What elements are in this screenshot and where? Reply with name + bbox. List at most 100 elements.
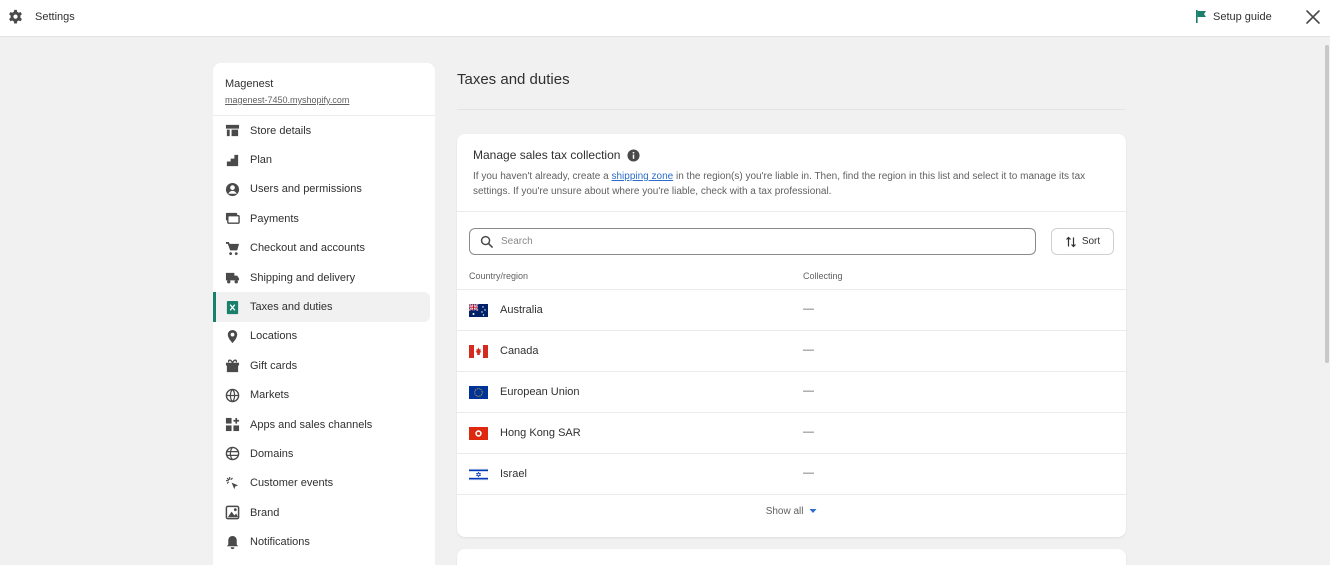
- table-row[interactable]: Hong Kong SAR —: [457, 413, 1126, 454]
- domains-icon: [225, 447, 240, 461]
- sidebar-item-customer-events[interactable]: Customer events: [213, 469, 430, 498]
- gift-icon: [225, 359, 240, 373]
- sidebar-item-taxes[interactable]: Taxes and duties: [213, 292, 430, 323]
- table-row[interactable]: Australia —: [457, 290, 1126, 331]
- store-domain-link[interactable]: magenest-7450.myshopify.com: [225, 95, 423, 105]
- cart-icon: [225, 241, 240, 255]
- scrollbar[interactable]: [1325, 45, 1329, 363]
- caret-down-icon: [809, 509, 817, 514]
- sidebar-item-plan[interactable]: Plan: [213, 145, 430, 174]
- eu-flag-icon: [469, 386, 488, 399]
- search-icon: [480, 235, 493, 248]
- sidebar-item-label: Gift cards: [250, 359, 298, 372]
- collecting-value: —: [803, 344, 814, 356]
- location-pin-icon: [227, 329, 238, 343]
- close-icon[interactable]: [1304, 8, 1322, 26]
- country-name: European Union: [500, 386, 580, 398]
- store-name: Magenest: [225, 78, 274, 90]
- table-row[interactable]: European Union —: [457, 372, 1126, 413]
- collecting-value: —: [803, 303, 814, 315]
- apps-icon: [225, 418, 240, 432]
- sidebar-item-label: Notifications: [250, 536, 310, 549]
- sidebar-item-label: Checkout and accounts: [250, 242, 365, 255]
- truck-icon: [225, 272, 240, 284]
- plan-icon: [226, 154, 239, 166]
- top-bar: Settings Setup guide: [0, 0, 1330, 37]
- card-header: Manage sales tax collection If you haven…: [457, 134, 1126, 212]
- cursor-click-icon: [225, 476, 239, 489]
- sidebar-item-label: Taxes and duties: [250, 301, 333, 314]
- settings-sidebar: Magenest magenest-7450.myshopify.com Sto…: [213, 63, 435, 565]
- sort-icon: [1065, 236, 1076, 247]
- settings-nav: Store details Plan Users and permissions…: [213, 116, 435, 557]
- gear-icon: [9, 9, 22, 24]
- sidebar-item-payments[interactable]: Payments: [213, 204, 430, 233]
- country-name: Canada: [500, 345, 539, 357]
- sidebar-item-store-details[interactable]: Store details: [213, 116, 430, 145]
- info-icon[interactable]: [627, 148, 640, 162]
- sort-button[interactable]: Sort: [1051, 228, 1114, 255]
- store-icon: [225, 125, 240, 137]
- show-all-button[interactable]: Show all: [457, 506, 1126, 517]
- column-header-collecting: Collecting: [803, 271, 843, 281]
- sidebar-item-label: Plan: [250, 154, 273, 167]
- sidebar-item-users[interactable]: Users and permissions: [213, 175, 430, 204]
- settings-title: Settings: [35, 11, 75, 23]
- sidebar-item-label: Locations: [250, 330, 298, 343]
- setup-guide-button[interactable]: Setup guide: [1195, 10, 1272, 23]
- sidebar-item-domains[interactable]: Domains: [213, 439, 430, 468]
- sidebar-item-label: Brand: [250, 506, 280, 519]
- collecting-value: —: [803, 467, 814, 479]
- country-name: Australia: [500, 304, 543, 316]
- sidebar-item-label: Payments: [250, 212, 299, 225]
- sidebar-item-gift-cards[interactable]: Gift cards: [213, 351, 430, 380]
- sidebar-item-notifications[interactable]: Notifications: [213, 527, 430, 556]
- sidebar-item-label: Shipping and delivery: [250, 271, 356, 284]
- sidebar-item-label: Apps and sales channels: [250, 418, 373, 431]
- store-info: Magenest magenest-7450.myshopify.com: [213, 63, 435, 116]
- tax-icon: [226, 300, 239, 314]
- collecting-value: —: [803, 426, 814, 438]
- desc-text-before: If you haven't already, create a: [473, 171, 612, 182]
- sidebar-item-label: Users and permissions: [250, 183, 362, 196]
- table-row[interactable]: Canada —: [457, 331, 1126, 372]
- sidebar-item-label: Store details: [250, 124, 312, 137]
- sidebar-item-apps[interactable]: Apps and sales channels: [213, 410, 430, 439]
- israel-flag-icon: [469, 468, 488, 481]
- hong-kong-flag-icon: [469, 427, 488, 440]
- table-header: Country/region Collecting: [457, 264, 1126, 290]
- payments-icon: [225, 213, 240, 225]
- search-field[interactable]: [469, 228, 1036, 255]
- card-description: If you haven't already, create a shippin…: [473, 169, 1110, 199]
- flag-icon: [1196, 10, 1206, 23]
- sidebar-item-checkout[interactable]: Checkout and accounts: [213, 234, 430, 263]
- canada-flag-icon: [469, 345, 488, 358]
- column-header-country: Country/region: [469, 271, 529, 281]
- sidebar-item-label: Markets: [250, 389, 290, 402]
- divider: [457, 109, 1125, 110]
- sidebar-item-markets[interactable]: Markets: [213, 381, 430, 410]
- sidebar-item-shipping[interactable]: Shipping and delivery: [213, 263, 430, 292]
- card-heading: Manage sales tax collection: [473, 148, 621, 162]
- brand-icon: [225, 505, 240, 520]
- sidebar-item-label: Customer events: [250, 477, 334, 490]
- sidebar-item-locations[interactable]: Locations: [213, 322, 430, 351]
- collecting-value: —: [803, 385, 814, 397]
- australia-flag-icon: [469, 304, 488, 317]
- card-heading-row: Manage sales tax collection: [473, 148, 1110, 162]
- next-card: [457, 549, 1126, 565]
- show-all-label: Show all: [765, 506, 804, 517]
- sales-tax-card: Manage sales tax collection If you haven…: [457, 134, 1126, 537]
- sidebar-item-label: Domains: [250, 447, 294, 460]
- user-icon: [225, 182, 240, 197]
- search-input[interactable]: [501, 236, 1021, 247]
- sidebar-item-brand[interactable]: Brand: [213, 498, 430, 527]
- bell-icon: [226, 535, 239, 549]
- country-name: Israel: [500, 468, 527, 480]
- country-name: Hong Kong SAR: [500, 427, 581, 439]
- tax-regions-list: Australia — Canada — European Union — Ho…: [457, 290, 1126, 495]
- page-title: Taxes and duties: [457, 71, 570, 88]
- shipping-zone-link[interactable]: shipping zone: [611, 171, 673, 182]
- table-row[interactable]: Israel —: [457, 454, 1126, 495]
- setup-guide-label: Setup guide: [1213, 10, 1272, 23]
